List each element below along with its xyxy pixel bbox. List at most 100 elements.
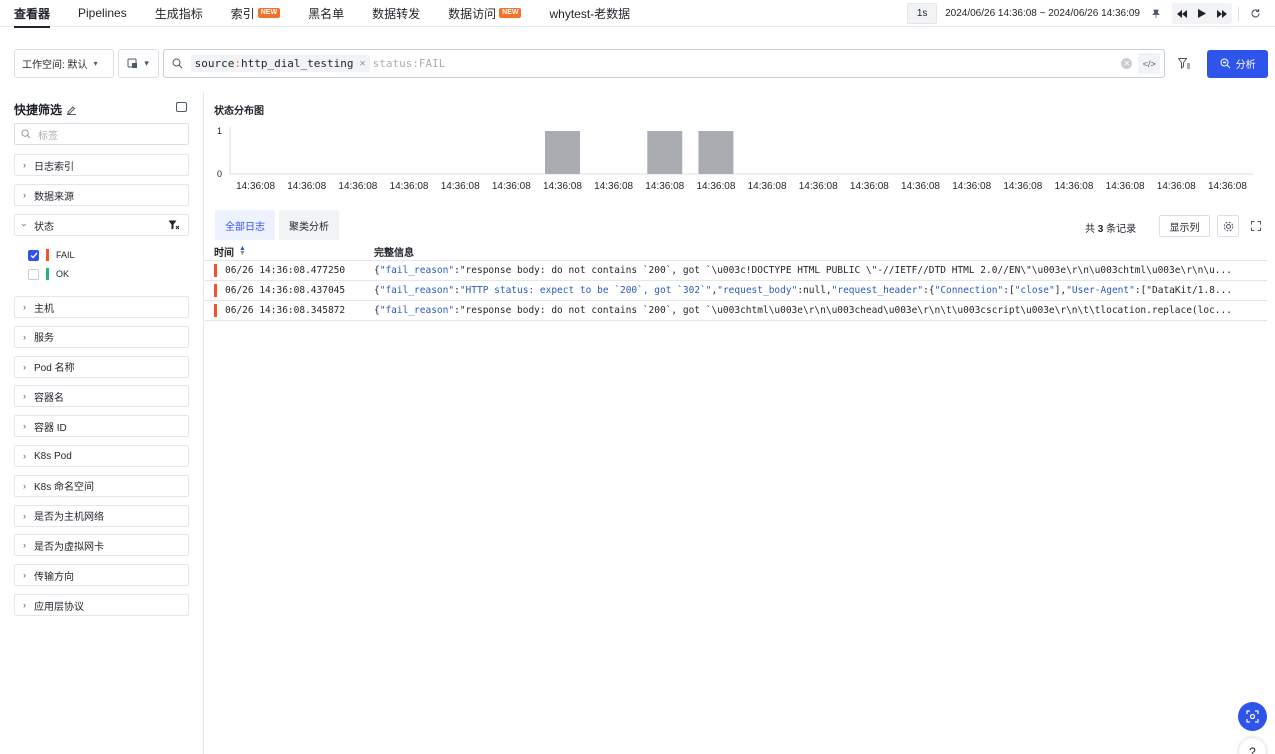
nav-tab[interactable]: 数据访问 NEW (448, 0, 522, 27)
nav-tab[interactable]: Pipelines (78, 0, 127, 27)
chevron-right-icon: › (19, 223, 30, 227)
clear-icon[interactable]: ✕ (1121, 58, 1133, 69)
x-tick-label: 14:36:08 (1055, 181, 1094, 192)
tab-cluster-analysis[interactable]: 聚类分析 (279, 210, 339, 240)
facet-item[interactable]: › 是否为主机网络 (14, 504, 189, 527)
table-row[interactable]: 06/26 14:36:08.477250 {"fail_reason":"res… (205, 261, 1267, 281)
facet-label: 服务 (34, 333, 54, 345)
record-suffix: 条记录 (1106, 224, 1137, 235)
source-select[interactable]: ▾ (117, 49, 159, 78)
tab-all-logs[interactable]: 全部日志 (215, 210, 275, 240)
query-chip[interactable]: source: http_dial_testing ✕ (190, 55, 370, 72)
status-color-marker (46, 249, 49, 261)
log-message: {"fail_reason":"HTTP status: expect to b… (374, 285, 1233, 296)
facet-item[interactable]: › 数据来源 (14, 184, 189, 206)
nav-tab[interactable]: whytest-老数据 (549, 0, 630, 27)
query-input[interactable]: source: http_dial_testing ✕ status:FAIL ✕… (162, 49, 1166, 78)
facet-item[interactable]: › 服务 (14, 325, 189, 348)
edit-icon[interactable] (66, 104, 77, 115)
nav-tab[interactable]: 数据转发 (372, 0, 420, 27)
facet-item[interactable]: › 传输方向 (14, 564, 189, 587)
facet-label: 日志索引 (34, 161, 74, 173)
chevron-right-icon: › (23, 302, 26, 312)
code-icon[interactable]: </> (1138, 53, 1161, 74)
chevron-down-icon: ▾ (93, 59, 98, 68)
collapse-sidebar-icon[interactable] (176, 102, 187, 112)
facet-item[interactable]: › 状态 (14, 214, 189, 236)
log-message: {"fail_reason":"response body: do not co… (374, 265, 1232, 276)
facet-item[interactable]: › Pod 名称 (14, 355, 189, 378)
time-range-picker[interactable]: 2024/06/26 14:36:08 ~ 2024/06/26 14:36:0… (945, 8, 1140, 19)
facet-label: K8s 命名空间 (34, 482, 95, 494)
facet-item[interactable]: › K8s Pod (14, 445, 189, 467)
facet-item[interactable]: › 应用层协议 (14, 594, 189, 616)
chevron-right-icon: › (23, 361, 26, 372)
facet-item[interactable]: › 容器名 (14, 385, 189, 408)
chevron-right-icon: › (23, 570, 26, 581)
chevron-right-icon: › (23, 480, 26, 491)
status-option[interactable]: OK (28, 268, 69, 280)
x-tick-label: 14:36:08 (1157, 181, 1196, 192)
time-column-label: 时间 (214, 247, 234, 259)
quick-filter-sidebar: 快捷筛选 标签 › 日志索引 › 数据来源 › 状态 FAIL OK › 主机 › 服务 › Pod 名称… (0, 92, 204, 754)
nav-tab[interactable]: 查看器 (14, 0, 51, 28)
sidebar-title: 快捷筛选 (14, 103, 63, 117)
tag-search-input[interactable]: 标签 (14, 123, 189, 145)
log-message: {"fail_reason":"response body: do not co… (374, 305, 1232, 316)
nav-tab[interactable]: 索引 NEW (231, 0, 281, 27)
play-icon[interactable] (1192, 3, 1212, 24)
nav-tabs: 查看器 Pipelines 生成指标 索引 NEW 黑名单 数据转发 数据访问 NEW whyte… (0, 0, 658, 28)
facet-item[interactable]: › 是否为虚拟网卡 (14, 534, 189, 557)
sort-icon[interactable]: ▲ ▼ (239, 245, 246, 257)
chart-bar[interactable] (544, 131, 580, 174)
table-row[interactable]: 06/26 14:36:08.437045 {"fail_reason":"HTT… (205, 281, 1267, 301)
chart-bar[interactable] (698, 131, 734, 174)
x-tick-label: 14:36:08 (1106, 181, 1145, 192)
status-color-marker (46, 268, 49, 280)
help-button[interactable]: ? (1239, 738, 1266, 754)
checkbox[interactable] (28, 249, 39, 261)
x-tick-label: 14:36:08 (901, 181, 940, 192)
facet-item[interactable]: › 主机 (14, 296, 189, 318)
facet-item[interactable]: › K8s 命名空间 (14, 474, 189, 497)
nav-tab[interactable]: 黑名单 (308, 0, 344, 27)
display-columns-button[interactable]: 显示列 (1159, 215, 1210, 237)
checkbox[interactable] (28, 268, 39, 280)
status-option[interactable]: FAIL (28, 249, 75, 261)
search-icon (172, 58, 182, 69)
table-row[interactable]: 06/26 14:36:08.345872 {"fail_reason":"res… (205, 301, 1267, 321)
nav-tab[interactable]: 生成指标 (155, 0, 203, 27)
screenshot-assist-button[interactable] (1238, 702, 1267, 731)
x-tick-label: 14:36:08 (287, 181, 326, 192)
refresh-interval-button[interactable]: 1s (907, 3, 938, 24)
chevron-right-icon: › (23, 540, 26, 551)
fast-forward-icon[interactable] (1212, 3, 1232, 24)
fullscreen-icon[interactable] (1248, 217, 1264, 235)
chevron-right-icon: › (23, 160, 26, 170)
rewind-icon[interactable] (1172, 3, 1192, 24)
facet-label: 容器 ID (34, 422, 67, 434)
scan-icon (1246, 710, 1259, 723)
chart-bar[interactable] (647, 131, 683, 174)
query-actions: ✕ </> (1121, 53, 1161, 74)
pin-icon[interactable] (1146, 3, 1166, 24)
refresh-icon[interactable] (1245, 3, 1265, 24)
x-tick-label: 14:36:08 (441, 181, 480, 192)
clear-filter-icon[interactable] (168, 220, 180, 233)
time-column-header[interactable]: 时间 ▲ ▼ (205, 244, 374, 259)
workspace-select[interactable]: 工作空间: 默认 ▾ (14, 49, 114, 78)
nav-tab-label: 查看器 (14, 6, 51, 21)
chart-axis (229, 127, 1253, 175)
analyze-button[interactable]: 分析 (1207, 49, 1269, 78)
gear-icon[interactable] (1217, 215, 1239, 237)
close-icon[interactable]: ✕ (360, 58, 366, 69)
new-badge: NEW (257, 8, 281, 18)
facet-item[interactable]: › 容器 ID (14, 415, 189, 438)
facet-item[interactable]: › 日志索引 (14, 154, 189, 176)
check-icon (30, 252, 38, 259)
filter-settings-icon[interactable] (1177, 58, 1191, 69)
x-tick-label: 14:36:08 (338, 181, 377, 192)
facet-label: Pod 名称 (34, 363, 75, 375)
analyze-icon (1220, 58, 1230, 69)
record-prefix: 共 (1085, 224, 1095, 235)
